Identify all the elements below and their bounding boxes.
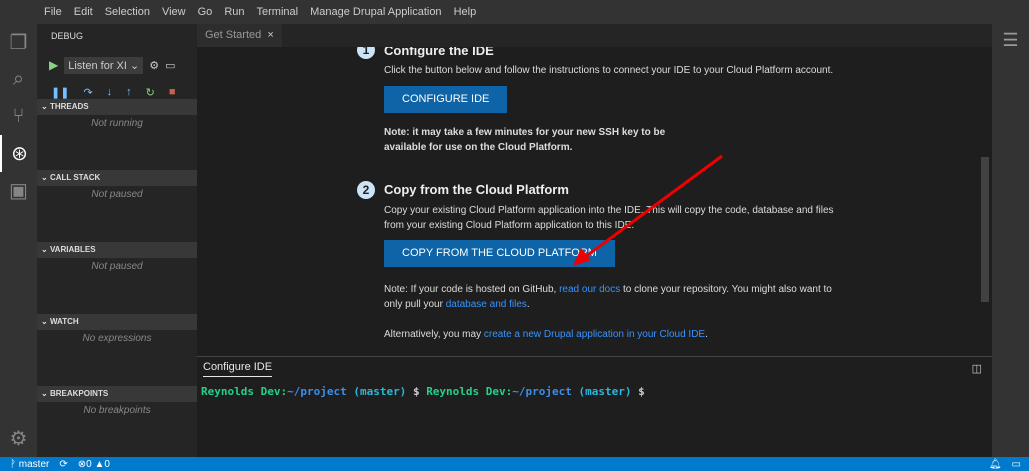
outline-list-icon[interactable]: ☰	[992, 30, 1029, 51]
note-text: .	[705, 329, 708, 340]
prompt-host: Reynolds Dev:	[426, 385, 513, 398]
breakpoints-empty: No breakpoints	[83, 405, 151, 416]
section-label: CALL STACK	[49, 173, 101, 182]
stop-icon[interactable]: ■	[169, 86, 176, 98]
tab-label: Get Started	[205, 29, 262, 41]
branch-icon: ᚹ	[10, 458, 16, 470]
menu-run[interactable]: Run	[218, 6, 250, 18]
prompt-branch: (master)	[353, 385, 407, 398]
configure-ide-button[interactable]: CONFIGURE IDE	[384, 86, 508, 113]
step-out-icon[interactable]: ↑	[126, 86, 132, 98]
status-bar: ᚹ master ⟳ ⊗0 ▲0 🔔︎ ▭	[0, 457, 1029, 471]
step1-text: Click the button below and follow the in…	[384, 65, 834, 76]
menu-edit[interactable]: Edit	[68, 6, 99, 18]
step-number: 2	[357, 181, 375, 199]
warning-count: 0	[104, 458, 110, 470]
alternative-note: Alternatively, you may create a new Drup…	[384, 327, 844, 342]
prompt-branch: (master)	[578, 385, 632, 398]
call-stack-section[interactable]: ⌄ CALL STACK	[37, 170, 197, 186]
error-icon: ⊗	[77, 458, 87, 470]
gear-icon[interactable]: ⚙	[149, 59, 159, 72]
close-tab-icon[interactable]: ×	[267, 29, 273, 41]
section-label: BREAKPOINTS	[49, 389, 109, 398]
branch-name: master	[18, 458, 50, 470]
terminal-output[interactable]: Reynolds Dev:~/project (master) $ Reynol…	[201, 385, 645, 398]
github-note: Note: If your code is hosted on GitHub, …	[384, 282, 844, 312]
extensions-icon[interactable]: ▣	[0, 172, 37, 209]
prompt-path: ~/project	[512, 385, 572, 398]
prompt-sign: $	[638, 385, 645, 398]
database-files-link[interactable]: database and files	[446, 299, 527, 310]
menu-file[interactable]: File	[38, 6, 68, 18]
menu-go[interactable]: Go	[192, 6, 219, 18]
call-stack-empty: Not paused	[91, 189, 143, 200]
feedback-icon[interactable]: ▭	[1012, 459, 1021, 470]
variables-empty: Not paused	[91, 261, 143, 272]
get-started-page: 1 Configure the IDE Click the button bel…	[197, 47, 992, 356]
editor-scrollbar[interactable]	[981, 157, 989, 302]
search-icon[interactable]: ⌕	[0, 61, 37, 98]
step-number: 1	[357, 47, 375, 59]
start-debug-icon[interactable]: ▶	[49, 58, 58, 72]
watch-empty: No expressions	[82, 333, 152, 344]
step1-title: Configure the IDE	[384, 47, 494, 58]
breakpoints-section[interactable]: ⌄ BREAKPOINTS	[37, 386, 197, 402]
menu-manage-drupal[interactable]: Manage Drupal Application	[304, 6, 447, 18]
explorer-icon[interactable]: ❐	[0, 24, 37, 61]
step1-note-line1: Note: it may take a few minutes for your…	[384, 127, 666, 138]
create-drupal-app-link[interactable]: create a new Drupal application in your …	[484, 329, 705, 340]
editor-area: Get Started × 1 Configure the IDE Click …	[197, 24, 992, 356]
prompt-path: ~/project	[287, 385, 347, 398]
activity-bar: ❐ ⌕ ⑂ ⊛ ▣ ⚙	[0, 24, 37, 457]
restart-icon[interactable]: ↻	[146, 86, 155, 99]
right-panel: ☰	[992, 24, 1029, 457]
menu-view[interactable]: View	[156, 6, 192, 18]
step-into-icon[interactable]: ↓	[107, 86, 113, 98]
branch-status[interactable]: ᚹ master	[10, 459, 49, 470]
step-over-icon[interactable]: ↷	[83, 86, 92, 99]
menu-terminal[interactable]: Terminal	[251, 6, 305, 18]
panel-tab-configure-ide[interactable]: Configure IDE	[203, 361, 273, 377]
debug-console-icon[interactable]: ▭	[165, 59, 175, 72]
debug-config-select[interactable]: Listen for XI ⌄	[64, 56, 144, 74]
note-text: .	[526, 299, 530, 310]
warning-icon: ▲	[94, 458, 105, 470]
variables-section[interactable]: ⌄ VARIABLES	[37, 242, 197, 258]
problems-status[interactable]: ⊗0 ▲0	[78, 459, 110, 470]
prompt-sign: $	[412, 385, 420, 398]
split-panel-icon[interactable]: ◫	[972, 362, 982, 375]
threads-empty: Not running	[91, 118, 143, 129]
threads-section[interactable]: ⌄ THREADS	[37, 99, 197, 115]
note-text: Note: If your code is hosted on GitHub,	[384, 284, 560, 295]
tab-get-started[interactable]: Get Started ×	[197, 24, 282, 47]
notification-bell-icon[interactable]: 🔔︎	[989, 459, 1002, 470]
step2-title: Copy from the Cloud Platform	[384, 182, 569, 197]
section-label: WATCH	[49, 317, 79, 326]
settings-gear-icon[interactable]: ⚙	[0, 420, 37, 457]
debug-config-value: Listen for XI	[68, 59, 127, 72]
section-label: VARIABLES	[49, 245, 96, 254]
debug-icon[interactable]: ⊛	[0, 135, 37, 172]
prompt-host: Reynolds Dev:	[201, 385, 288, 398]
menu-selection[interactable]: Selection	[99, 6, 156, 18]
menu-bar: File Edit Selection View Go Run Terminal…	[0, 0, 1029, 24]
pause-icon[interactable]: ❚❚	[51, 86, 69, 99]
read-docs-link[interactable]: read our docs	[559, 284, 620, 295]
section-label: THREADS	[49, 102, 89, 111]
watch-section[interactable]: ⌄ WATCH	[37, 314, 197, 330]
menu-help[interactable]: Help	[448, 6, 483, 18]
source-control-icon[interactable]: ⑂	[0, 98, 37, 135]
error-count: 0	[86, 458, 92, 470]
debug-sidebar: DEBUG ▶ Listen for XI ⌄ ⚙ ▭ ❚❚ ↷ ↓ ↑ ↻ ■…	[37, 24, 197, 457]
red-arrow-annotation	[573, 154, 723, 266]
sidebar-title: DEBUG	[51, 31, 84, 41]
sync-icon[interactable]: ⟳	[59, 459, 67, 470]
note-text: Alternatively, you may	[384, 329, 484, 340]
terminal-panel: Configure IDE ◫ Reynolds Dev:~/project (…	[197, 356, 992, 457]
